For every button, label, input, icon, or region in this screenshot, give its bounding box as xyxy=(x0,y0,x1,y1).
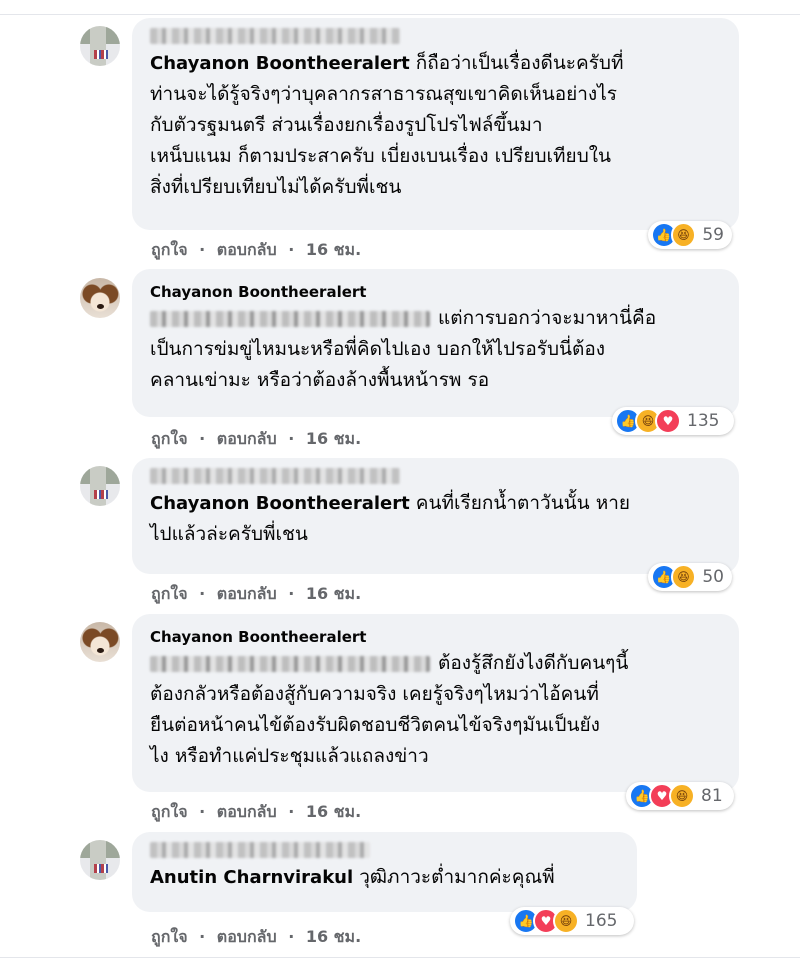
reaction-summary[interactable]: 👍 ♥ 😆 165 xyxy=(510,907,634,935)
separator: · xyxy=(199,927,206,946)
text-line: กับตัวรฐมนตรี ส่วนเรื่องยกเรื่องรูปโปรไฟ… xyxy=(150,114,543,136)
comment-actions: ถูกใจ · ตอบกลับ · 16 ชม. xyxy=(151,238,361,263)
blurred-tag-name xyxy=(150,842,370,858)
separator: · xyxy=(199,240,206,259)
avatar[interactable] xyxy=(80,840,120,880)
author-link[interactable]: Chayanon Boontheeralert xyxy=(150,628,721,646)
blurred-tag-name xyxy=(150,310,430,327)
avatar[interactable] xyxy=(80,466,120,506)
timestamp[interactable]: 16 ชม. xyxy=(306,800,361,825)
separator: · xyxy=(288,584,295,603)
comment-bubble: Chayanon Boontheeralert แต่การบอกว่าจะมา… xyxy=(132,269,739,417)
like-button[interactable]: ถูกใจ xyxy=(151,800,188,825)
comment-text: Chayanon Boontheeralert ก็ถือว่าเป็นเรื่… xyxy=(150,48,721,203)
haha-icon: 😆 xyxy=(553,908,579,934)
like-button[interactable]: ถูกใจ xyxy=(151,925,188,950)
reply-button[interactable]: ตอบกลับ xyxy=(217,238,277,263)
text-line: ก็ถือว่าเป็นเรื่องดีนะครับที่ xyxy=(415,52,624,74)
timestamp[interactable]: 16 ชม. xyxy=(306,238,361,263)
text-line: ยืนต่อหน้าคนไข้ต้องรับผิดชอบชีวิตคนไข้จร… xyxy=(150,714,600,736)
timestamp[interactable]: 16 ชม. xyxy=(306,427,361,452)
reaction-count: 81 xyxy=(701,786,723,806)
like-button[interactable]: ถูกใจ xyxy=(151,238,188,263)
bottom-divider xyxy=(0,957,800,958)
text-line: เป็นการข่มขู่ไหมนะหรือพี่คิดไปเอง บอกให้… xyxy=(150,338,606,360)
text-line: คนที่เรียกน้ำตาวันนั้น หาย xyxy=(415,492,631,514)
reply-button[interactable]: ตอบกลับ xyxy=(217,925,277,950)
avatar[interactable] xyxy=(80,26,120,66)
comment-text: Chayanon Boontheeralert คนที่เรียกน้ำตาว… xyxy=(150,488,721,550)
reaction-summary[interactable]: 👍 😆 ♥ 135 xyxy=(612,407,734,435)
avatar[interactable] xyxy=(80,278,120,318)
reply-button[interactable]: ตอบกลับ xyxy=(217,800,277,825)
haha-icon: 😆 xyxy=(670,222,697,248)
separator: · xyxy=(288,802,295,821)
reaction-count: 59 xyxy=(702,225,724,245)
text-line: ไปแล้วล่ะครับพี่เชน xyxy=(150,523,308,545)
love-icon: ♥ xyxy=(655,408,681,434)
separator: · xyxy=(288,927,295,946)
comment-text: แต่การบอกว่าจะมาหานี่คือ เป็นการข่มขู่ไห… xyxy=(150,303,721,396)
timestamp[interactable]: 16 ชม. xyxy=(306,925,361,950)
separator: · xyxy=(199,584,206,603)
comment-actions: ถูกใจ · ตอบกลับ · 16 ชม. xyxy=(151,800,361,825)
text-line: ท่านจะได้รู้จริงๆว่าบุคลากรสาธารณสุขเขาค… xyxy=(150,83,617,105)
like-button[interactable]: ถูกใจ xyxy=(151,582,188,607)
author-link[interactable]: Anutin Charnvirakul xyxy=(150,867,353,888)
author-link[interactable]: Chayanon Boontheeralert xyxy=(150,53,410,74)
reply-button[interactable]: ตอบกลับ xyxy=(217,582,277,607)
comment-bubble: Chayanon Boontheeralert คนที่เรียกน้ำตาว… xyxy=(132,458,739,574)
comment-text: ต้องรู้สึกยังไงดีกับคนๆนี้ ต้องกลัวหรือต… xyxy=(150,648,721,772)
reaction-summary[interactable]: 👍 ♥ 😆 81 xyxy=(626,782,734,810)
top-divider xyxy=(0,14,800,15)
reaction-count: 135 xyxy=(687,411,720,431)
avatar[interactable] xyxy=(80,622,120,662)
comment-bubble: Chayanon Boontheeralert ก็ถือว่าเป็นเรื่… xyxy=(132,18,739,230)
text-line: เหน็บแนม ก็ตามประสาครับ เบี่ยงเบนเรื่อง … xyxy=(150,145,612,167)
haha-icon: 😆 xyxy=(670,564,697,590)
reaction-count: 165 xyxy=(585,911,618,931)
text-line: คลานเข่ามะ หรือว่าต้องล้างพื้นหน้ารพ รอ xyxy=(150,369,490,391)
reaction-summary[interactable]: 👍 😆 50 xyxy=(648,563,732,591)
reply-button[interactable]: ตอบกลับ xyxy=(217,427,277,452)
blurred-tag-name xyxy=(150,655,430,672)
comment-actions: ถูกใจ · ตอบกลับ · 16 ชม. xyxy=(151,427,361,452)
separator: · xyxy=(199,429,206,448)
haha-icon: 😆 xyxy=(669,783,695,809)
author-link[interactable]: Chayanon Boontheeralert xyxy=(150,283,721,301)
blurred-tag-name xyxy=(150,468,400,484)
author-link[interactable]: Chayanon Boontheeralert xyxy=(150,493,410,514)
text-line: วุฒิภาวะต่ำมากค่ะคุณพี่ xyxy=(359,866,555,888)
text-line: ไง หรือทำแค่ประชุมแล้วแถลงข่าว xyxy=(150,745,429,767)
separator: · xyxy=(199,802,206,821)
separator: · xyxy=(288,429,295,448)
blurred-tag-name xyxy=(150,28,400,44)
reaction-count: 50 xyxy=(702,567,724,587)
text-line: ต้องรู้สึกยังไงดีกับคนๆนี้ xyxy=(438,652,629,674)
comment-bubble: Anutin Charnvirakul วุฒิภาวะต่ำมากค่ะคุณ… xyxy=(132,832,637,912)
reaction-summary[interactable]: 👍 😆 59 xyxy=(648,221,732,249)
text-line: แต่การบอกว่าจะมาหานี่คือ xyxy=(438,307,657,329)
timestamp[interactable]: 16 ชม. xyxy=(306,582,361,607)
like-button[interactable]: ถูกใจ xyxy=(151,427,188,452)
comment-actions: ถูกใจ · ตอบกลับ · 16 ชม. xyxy=(151,925,361,950)
comment-bubble: Chayanon Boontheeralert ต้องรู้สึกยังไงด… xyxy=(132,614,739,792)
text-line: ต้องกลัวหรือต้องสู้กับความจริง เคยรู้จริ… xyxy=(150,683,599,705)
comment-text: Anutin Charnvirakul วุฒิภาวะต่ำมากค่ะคุณ… xyxy=(150,862,619,893)
comment-actions: ถูกใจ · ตอบกลับ · 16 ชม. xyxy=(151,582,361,607)
separator: · xyxy=(288,240,295,259)
text-line: สิ่งที่เปรียบเทียบไม่ได้ครับพี่เชน xyxy=(150,176,402,198)
